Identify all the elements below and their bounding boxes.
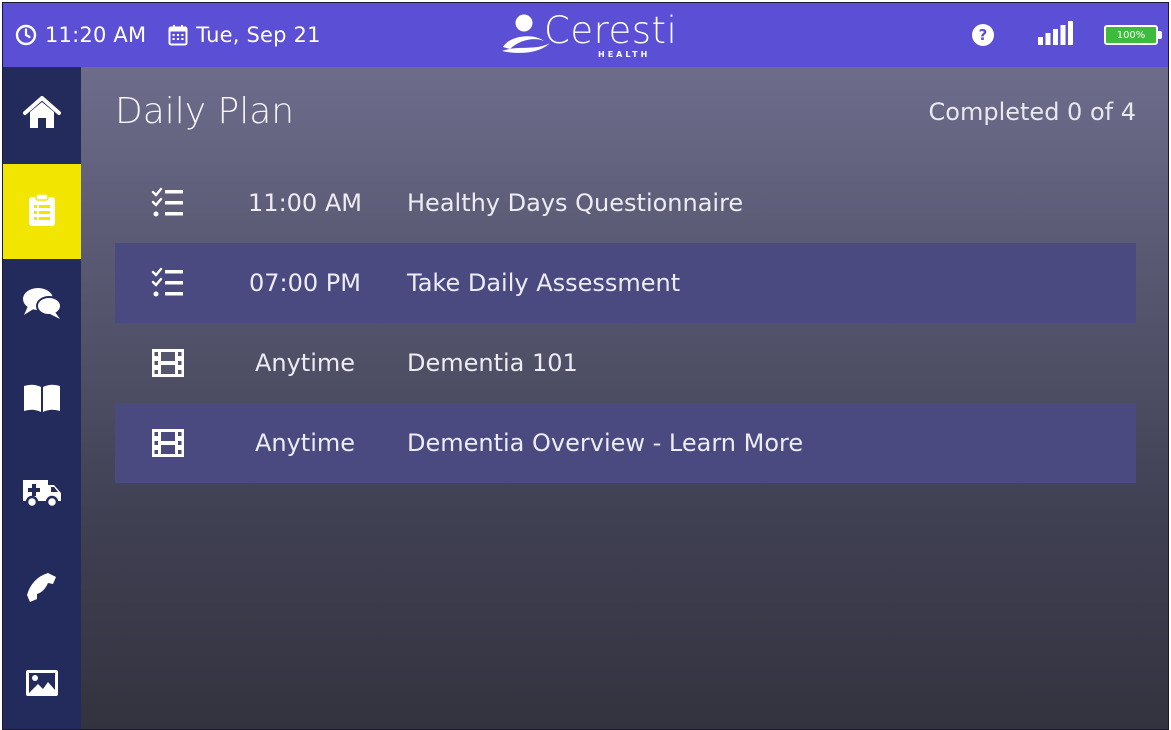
sidebar-item-call[interactable] (3, 542, 81, 637)
plan-item-title: Healthy Days Questionnaire (407, 189, 744, 217)
battery-icon: 100% (1104, 25, 1162, 45)
plan-item-time: Anytime (254, 429, 356, 457)
status-date: Tue, Sep 21 (196, 23, 321, 47)
plan-item-time: 07:00 PM (249, 269, 361, 297)
ceresti-logo: Ceresti HEALTH (500, 9, 680, 63)
checklist-icon (151, 163, 185, 243)
plan-item[interactable]: Anytime Dementia Overview - Learn More (115, 403, 1136, 483)
main-content: Daily Plan Completed 0 of 4 11:00 AM Hea… (81, 67, 1168, 729)
logo-subtitle: HEALTH (598, 50, 651, 59)
film-icon (151, 323, 185, 403)
book-icon (23, 383, 61, 417)
clock-icon (15, 24, 37, 46)
ambulance-icon (22, 477, 62, 513)
page-title: Daily Plan (115, 91, 295, 132)
phone-icon (26, 572, 58, 608)
battery-level: 100% (1116, 29, 1146, 41)
sidebar-item-library[interactable] (3, 352, 81, 447)
status-time: 11:20 AM (45, 23, 147, 47)
checklist-icon (151, 243, 185, 323)
daily-plan-list: 11:00 AM Healthy Days Questionnaire 07:0… (115, 163, 1136, 483)
plan-item[interactable]: 11:00 AM Healthy Days Questionnaire (115, 163, 1136, 243)
film-icon (151, 403, 185, 483)
sidebar-item-messages[interactable] (3, 257, 81, 352)
plan-item-title: Take Daily Assessment (407, 269, 681, 297)
plan-item-time: Anytime (254, 349, 356, 377)
calendar-icon (168, 24, 188, 46)
help-icon[interactable]: ? (972, 24, 994, 46)
chat-bubbles-icon (22, 286, 62, 324)
plan-item[interactable]: Anytime Dementia 101 (115, 323, 1136, 403)
image-icon (25, 669, 59, 701)
status-bar: 11:20 AM Tue, Sep 21 Ceresti HEALTH ? 10… (3, 3, 1168, 67)
plan-item-title: Dementia 101 (407, 349, 578, 377)
sidebar-item-home[interactable] (3, 67, 81, 162)
sidebar-item-daily-plan[interactable] (3, 164, 81, 259)
app-frame: 11:20 AM Tue, Sep 21 Ceresti HEALTH ? 10… (2, 2, 1169, 730)
sidebar-item-photos[interactable] (3, 637, 81, 729)
plan-item[interactable]: 07:00 PM Take Daily Assessment (115, 243, 1136, 323)
plan-item-time: 11:00 AM (248, 189, 362, 217)
completion-status: Completed 0 of 4 (928, 98, 1136, 126)
home-icon (23, 95, 61, 134)
plan-item-title: Dementia Overview - Learn More (407, 429, 804, 457)
clipboard-icon (28, 192, 56, 231)
status-left: 11:20 AM Tue, Sep 21 (15, 3, 321, 67)
signal-icon (1038, 21, 1076, 49)
status-right: ? 100% (972, 3, 1162, 67)
sidebar-nav (3, 67, 81, 729)
sidebar-item-emergency[interactable] (3, 447, 81, 542)
logo-wordmark: Ceresti (544, 9, 678, 52)
